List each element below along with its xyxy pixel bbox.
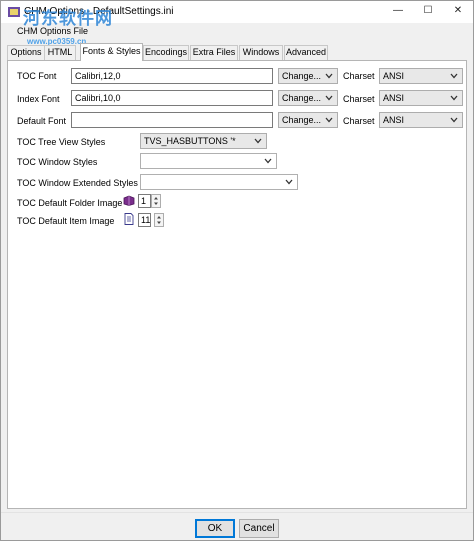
default-font-label: Default Font	[17, 116, 67, 126]
item-image-spinner[interactable]	[154, 213, 164, 227]
chm-app-icon	[8, 7, 20, 17]
tab-advanced[interactable]: Advanced	[284, 45, 328, 60]
index-font-field[interactable]: Calibri,10,0	[71, 90, 273, 106]
options-file-menu[interactable]: CHM Options File	[17, 26, 88, 36]
tree-view-styles-value: TVS_HASBUTTONS '*	[144, 136, 236, 146]
folder-image-label: TOC Default Folder Image	[17, 198, 123, 208]
default-charset-value: ANSI	[383, 115, 405, 125]
toc-charset-label: Charset	[343, 71, 375, 81]
tab-options[interactable]: Options	[7, 45, 45, 60]
tab-fonts-styles[interactable]: Fonts & Styles	[80, 43, 143, 61]
chm-options-window: CHM Options - DefaultSettings.ini 河东软件网 …	[0, 0, 474, 541]
cancel-button[interactable]: Cancel	[239, 519, 279, 538]
close-button[interactable]: ✕	[443, 1, 473, 21]
default-charset-select[interactable]: ANSI	[379, 112, 463, 128]
chevron-down-icon	[450, 117, 458, 123]
chevron-down-icon	[254, 138, 262, 144]
tab-html[interactable]: HTML	[44, 45, 76, 60]
folder-image-spinner[interactable]	[151, 194, 161, 208]
item-image-input[interactable]: 11	[138, 213, 151, 227]
index-font-label: Index Font	[17, 94, 60, 104]
book-icon	[123, 195, 135, 206]
maximize-button[interactable]: ☐	[413, 1, 443, 21]
chevron-down-icon	[325, 73, 333, 79]
chevron-down-icon	[325, 117, 333, 123]
window-ext-styles-select[interactable]	[140, 174, 298, 190]
toc-font-label: TOC Font	[17, 71, 57, 81]
toc-charset-value: ANSI	[383, 71, 405, 81]
folder-image-input[interactable]: 1	[138, 194, 151, 208]
title-bar: CHM Options - DefaultSettings.ini 河东软件网 …	[1, 1, 473, 29]
page-icon	[124, 213, 134, 225]
default-charset-label: Charset	[343, 116, 375, 126]
tab-extra-files[interactable]: Extra Files	[190, 45, 238, 60]
minimize-button[interactable]: —	[383, 1, 413, 21]
index-font-change-label: Change...	[282, 93, 322, 103]
index-charset-select[interactable]: ANSI	[379, 90, 463, 106]
fonts-styles-panel: TOC Font Calibri,12,0 Change... Charset …	[7, 60, 467, 509]
chevron-down-icon	[450, 95, 458, 101]
item-image-label: TOC Default Item Image	[17, 216, 115, 226]
window-styles-label: TOC Window Styles	[17, 157, 98, 167]
toc-charset-select[interactable]: ANSI	[379, 68, 463, 84]
tab-windows[interactable]: Windows	[239, 45, 283, 60]
tab-encodings[interactable]: Encodings	[143, 45, 189, 60]
chevron-down-icon	[264, 158, 272, 164]
spin-down-icon[interactable]	[152, 201, 160, 207]
index-font-change-button[interactable]: Change...	[278, 90, 338, 106]
default-font-change-label: Change...	[282, 115, 322, 125]
toc-font-change-label: Change...	[282, 71, 322, 81]
window-styles-select[interactable]	[140, 153, 277, 169]
default-font-field[interactable]	[71, 112, 273, 128]
toc-font-field[interactable]: Calibri,12,0	[71, 68, 273, 84]
tree-view-styles-label: TOC Tree View Styles	[17, 137, 106, 147]
window-ext-styles-label: TOC Window Extended Styles	[17, 178, 138, 188]
chevron-down-icon	[325, 95, 333, 101]
index-charset-label: Charset	[343, 94, 375, 104]
chevron-down-icon	[285, 179, 293, 185]
spin-down-icon[interactable]	[155, 220, 163, 226]
chevron-down-icon	[450, 73, 458, 79]
index-charset-value: ANSI	[383, 93, 405, 103]
toc-font-change-button[interactable]: Change...	[278, 68, 338, 84]
default-font-change-button[interactable]: Change...	[278, 112, 338, 128]
ok-button[interactable]: OK	[195, 519, 235, 538]
tree-view-styles-select[interactable]: TVS_HASBUTTONS '*	[140, 133, 267, 149]
footer-divider	[1, 512, 473, 513]
